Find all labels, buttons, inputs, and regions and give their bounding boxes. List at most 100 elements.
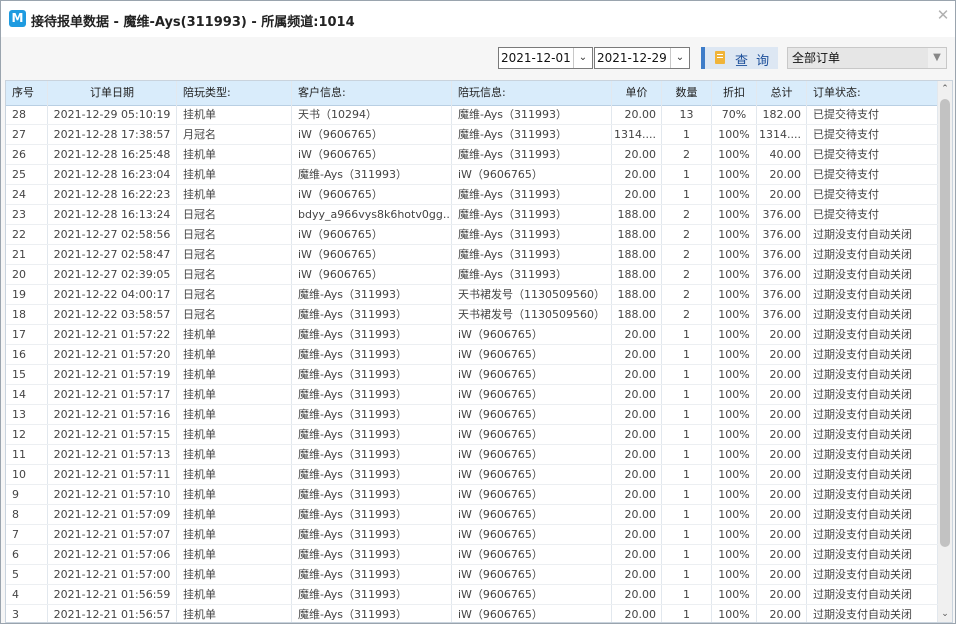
cell-discount: 100% xyxy=(712,345,757,364)
scrollbar-thumb[interactable] xyxy=(940,99,950,547)
table-row[interactable]: 26 2021-12-28 16:25:48 挂机单 iW（9606765） 魔维-Ay… xyxy=(6,145,938,165)
order-status-value: 全部订单 xyxy=(788,48,928,68)
cell-order-status: 过期没支付自动关闭 xyxy=(807,365,938,384)
cell-discount: 100% xyxy=(712,505,757,524)
cell-quantity: 1 xyxy=(662,465,712,484)
title-bar: M 接待报单数据 - 魔维-Ays(311993) - 所属频道:1014 ✕ xyxy=(1,1,955,37)
cell-quantity: 1 xyxy=(662,125,712,144)
cell-play-type: 挂机单 xyxy=(177,425,292,444)
app-logo-icon: M xyxy=(9,10,26,27)
query-button[interactable]: 查 询 xyxy=(701,47,778,69)
table-row[interactable]: 10 2021-12-21 01:57:11 挂机单 魔维-Ays（311993） iW… xyxy=(6,465,938,485)
cell-quantity: 1 xyxy=(662,325,712,344)
table-row[interactable]: 28 2021-12-29 05:10:19 挂机单 天书（10294） 魔维-Ays（… xyxy=(6,105,938,125)
chevron-down-icon[interactable]: ⌄ xyxy=(670,48,689,68)
chevron-down-icon[interactable]: ⌄ xyxy=(573,48,592,68)
cell-companion-info: iW（9606765） xyxy=(452,465,612,484)
cell-discount: 100% xyxy=(712,205,757,224)
cell-seq: 28 xyxy=(6,105,48,124)
cell-order-status: 已提交待支付 xyxy=(807,105,938,124)
table-row[interactable]: 16 2021-12-21 01:57:20 挂机单 魔维-Ays（311993） iW… xyxy=(6,345,938,365)
table-row[interactable]: 4 2021-12-21 01:56:59 挂机单 魔维-Ays（311993） iW（… xyxy=(6,585,938,605)
table-row[interactable]: 7 2021-12-21 01:57:07 挂机单 魔维-Ays（311993） iW（… xyxy=(6,525,938,545)
table-row[interactable]: 20 2021-12-27 02:39:05 日冠名 iW（9606765） 魔维-Ay… xyxy=(6,265,938,285)
cell-quantity: 1 xyxy=(662,545,712,564)
cell-order-date: 2021-12-21 01:56:57 xyxy=(48,605,177,622)
column-header-unit-price[interactable]: 单价 xyxy=(612,81,662,105)
scroll-down-icon[interactable]: ⌄ xyxy=(938,606,952,622)
column-header-discount[interactable]: 折扣 xyxy=(712,81,757,105)
column-header-quantity[interactable]: 数量 xyxy=(662,81,712,105)
cell-order-status: 已提交待支付 xyxy=(807,125,938,144)
table-row[interactable]: 19 2021-12-22 04:00:17 日冠名 魔维-Ays（311993） 天书… xyxy=(6,285,938,305)
cell-play-type: 挂机单 xyxy=(177,585,292,604)
cell-unit-price: 188.00 xyxy=(612,245,662,264)
cell-total: 20.00 xyxy=(757,525,807,544)
cell-customer-info: iW（9606765） xyxy=(292,225,452,244)
column-header-order-status[interactable]: 订单状态: xyxy=(807,81,938,105)
cell-order-date: 2021-12-22 04:00:17 xyxy=(48,285,177,304)
table-row[interactable]: 22 2021-12-27 02:58:56 日冠名 iW（9606765） 魔维-Ay… xyxy=(6,225,938,245)
date-from-picker[interactable]: 2021-12-01 ⌄ xyxy=(498,47,593,69)
cell-customer-info: iW（9606765） xyxy=(292,245,452,264)
table-row[interactable]: 13 2021-12-21 01:57:16 挂机单 魔维-Ays（311993） iW… xyxy=(6,405,938,425)
column-header-order-date[interactable]: 订单日期 xyxy=(48,81,177,105)
cell-discount: 100% xyxy=(712,145,757,164)
table-row[interactable]: 5 2021-12-21 01:57:00 挂机单 魔维-Ays（311993） iW（… xyxy=(6,565,938,585)
table-row[interactable]: 15 2021-12-21 01:57:19 挂机单 魔维-Ays（311993） iW… xyxy=(6,365,938,385)
cell-play-type: 日冠名 xyxy=(177,265,292,284)
cell-companion-info: iW（9606765） xyxy=(452,525,612,544)
table-row[interactable]: 8 2021-12-21 01:57:09 挂机单 魔维-Ays（311993） iW（… xyxy=(6,505,938,525)
cell-total: 20.00 xyxy=(757,365,807,384)
cell-play-type: 挂机单 xyxy=(177,405,292,424)
table-row[interactable]: 11 2021-12-21 01:57:13 挂机单 魔维-Ays（311993） iW… xyxy=(6,445,938,465)
cell-order-date: 2021-12-21 01:57:19 xyxy=(48,365,177,384)
cell-order-status: 过期没支付自动关闭 xyxy=(807,245,938,264)
table-row[interactable]: 23 2021-12-28 16:13:24 日冠名 bdyy_a966vys8k6h… xyxy=(6,205,938,225)
cell-discount: 100% xyxy=(712,305,757,324)
scroll-up-icon[interactable]: ⌃ xyxy=(938,81,952,97)
table-row[interactable]: 27 2021-12-28 17:38:57 月冠名 iW（9606765） 魔维-Ay… xyxy=(6,125,938,145)
table-row[interactable]: 9 2021-12-21 01:57:10 挂机单 魔维-Ays（311993） iW（… xyxy=(6,485,938,505)
cell-play-type: 挂机单 xyxy=(177,325,292,344)
cell-unit-price: 20.00 xyxy=(612,505,662,524)
column-header-seq[interactable]: 序号 xyxy=(6,81,48,105)
close-icon[interactable]: ✕ xyxy=(936,8,950,23)
cell-order-date: 2021-12-21 01:57:15 xyxy=(48,425,177,444)
cell-order-date: 2021-12-21 01:57:06 xyxy=(48,545,177,564)
cell-discount: 100% xyxy=(712,285,757,304)
cell-total: 20.00 xyxy=(757,345,807,364)
cell-companion-info: iW（9606765） xyxy=(452,545,612,564)
cell-order-status: 过期没支付自动关闭 xyxy=(807,545,938,564)
cell-unit-price: 20.00 xyxy=(612,605,662,622)
column-header-customer-info[interactable]: 客户信息: xyxy=(292,81,452,105)
cell-quantity: 1 xyxy=(662,585,712,604)
cell-quantity: 1 xyxy=(662,485,712,504)
cell-customer-info: 魔维-Ays（311993） xyxy=(292,585,452,604)
cell-unit-price: 20.00 xyxy=(612,425,662,444)
cell-quantity: 13 xyxy=(662,105,712,124)
table-row[interactable]: 17 2021-12-21 01:57:22 挂机单 魔维-Ays（311993） iW… xyxy=(6,325,938,345)
orders-table[interactable]: 序号 订单日期 陪玩类型: 客户信息: 陪玩信息: 单价 数量 折扣 总计 订单状态: 28 202… xyxy=(5,80,953,623)
cell-seq: 7 xyxy=(6,525,48,544)
table-row[interactable]: 12 2021-12-21 01:57:15 挂机单 魔维-Ays（311993） iW… xyxy=(6,425,938,445)
cell-order-status: 过期没支付自动关闭 xyxy=(807,265,938,284)
cell-total: 376.00 xyxy=(757,245,807,264)
date-to-picker[interactable]: 2021-12-29 ⌄ xyxy=(594,47,690,69)
table-row[interactable]: 21 2021-12-27 02:58:47 日冠名 iW（9606765） 魔维-Ay… xyxy=(6,245,938,265)
table-row[interactable]: 6 2021-12-21 01:57:06 挂机单 魔维-Ays（311993） iW（… xyxy=(6,545,938,565)
table-row[interactable]: 3 2021-12-21 01:56:57 挂机单 魔维-Ays（311993） iW（… xyxy=(6,605,938,622)
cell-customer-info: 魔维-Ays（311993） xyxy=(292,285,452,304)
column-header-companion-info[interactable]: 陪玩信息: xyxy=(452,81,612,105)
vertical-scrollbar[interactable]: ⌃ ⌄ xyxy=(938,81,952,622)
order-status-select[interactable]: 全部订单 ▼ xyxy=(787,47,947,69)
table-row[interactable]: 14 2021-12-21 01:57:17 挂机单 魔维-Ays（311993） iW… xyxy=(6,385,938,405)
cell-companion-info: iW（9606765） xyxy=(452,325,612,344)
chevron-down-icon[interactable]: ▼ xyxy=(930,48,944,68)
table-row[interactable]: 24 2021-12-28 16:22:23 挂机单 iW（9606765） 魔维-Ay… xyxy=(6,185,938,205)
table-row[interactable]: 18 2021-12-22 03:58:57 日冠名 魔维-Ays（311993） 天书… xyxy=(6,305,938,325)
column-header-play-type[interactable]: 陪玩类型: xyxy=(177,81,292,105)
cell-seq: 10 xyxy=(6,465,48,484)
column-header-total[interactable]: 总计 xyxy=(757,81,807,105)
table-row[interactable]: 25 2021-12-28 16:23:04 挂机单 魔维-Ays（311993） iW… xyxy=(6,165,938,185)
